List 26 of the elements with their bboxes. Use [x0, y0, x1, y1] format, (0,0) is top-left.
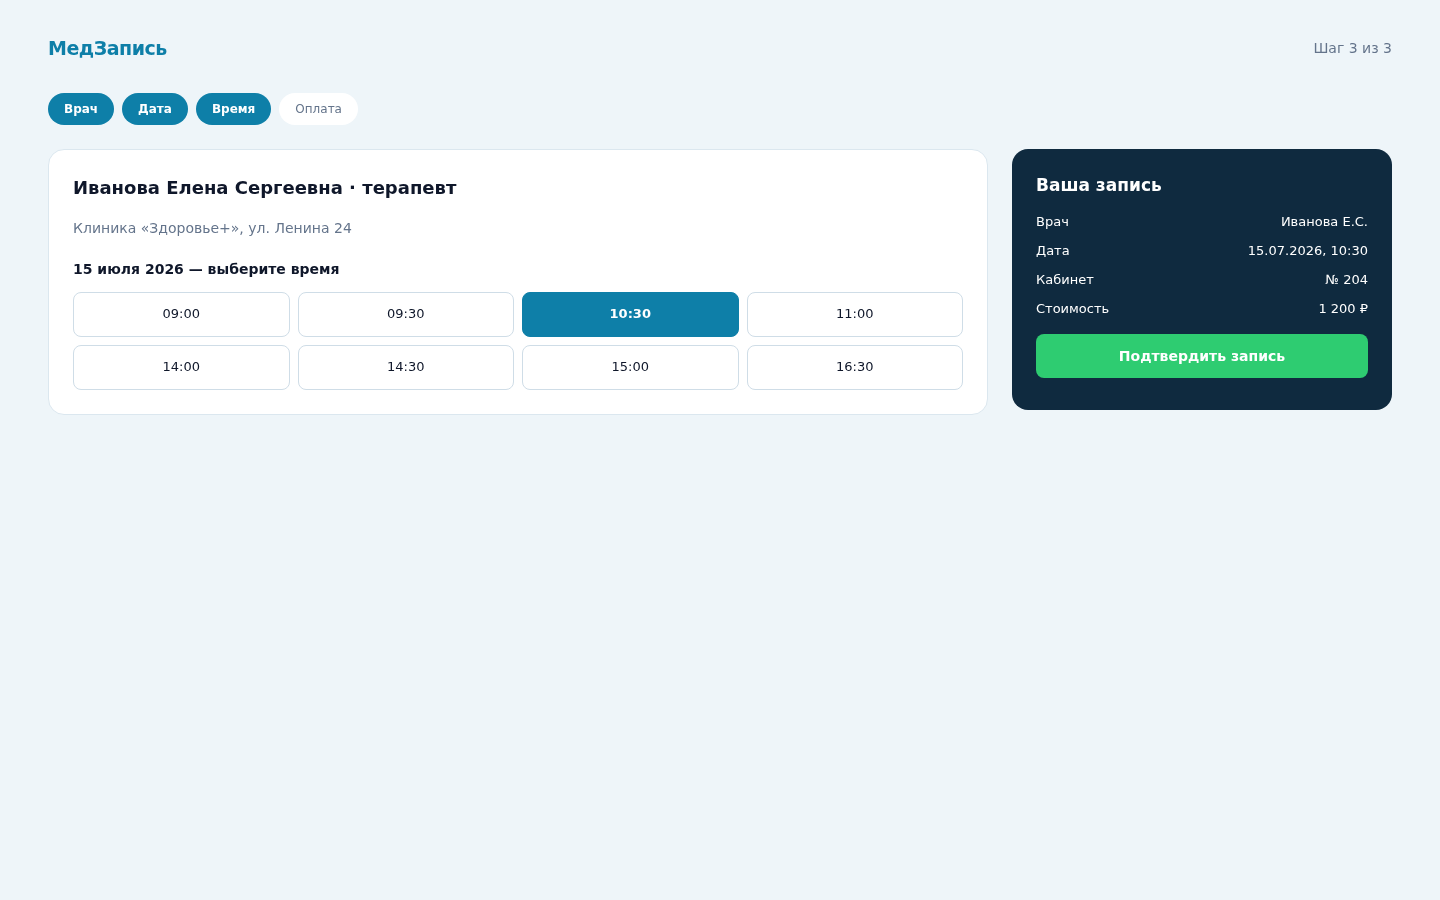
- date-prompt: 15 июля 2026 — выберите время: [73, 259, 341, 279]
- summary-value: № 204: [1325, 270, 1368, 289]
- summary-label: Дата: [1036, 241, 1070, 260]
- step-pill[interactable]: Врач: [48, 92, 115, 125]
- step-pill[interactable]: Время: [195, 92, 272, 125]
- time-slot[interactable]: 14:00: [73, 344, 290, 390]
- time-slot[interactable]: 11:00: [746, 291, 963, 337]
- logo: МедЗапись: [48, 36, 167, 61]
- time-slot[interactable]: 16:30: [746, 344, 963, 390]
- time-slot[interactable]: 09:00: [73, 291, 290, 337]
- summary-label: Кабинет: [1036, 270, 1094, 289]
- summary-value: 15.07.2026, 10:30: [1247, 241, 1368, 260]
- step-indicator: Шаг 3 из 3: [1313, 39, 1392, 59]
- summary-label: Врач: [1036, 212, 1069, 231]
- summary-label: Стоимость: [1036, 299, 1110, 318]
- step-pill[interactable]: Оплата: [279, 92, 358, 125]
- time-slot[interactable]: 15:00: [522, 344, 739, 390]
- clinic-address: Клиника «Здоровье+», ул. Ленина 24: [73, 218, 353, 238]
- doctor-title: Иванова Елена Сергеевна · терапевт: [73, 175, 458, 200]
- summary-title: Ваша запись: [1036, 173, 1163, 197]
- time-slot[interactable]: 09:30: [297, 291, 514, 337]
- summary-value: Иванова Е.С.: [1280, 212, 1368, 231]
- time-slot[interactable]: 10:30: [522, 291, 739, 337]
- time-slot[interactable]: 14:30: [297, 344, 514, 390]
- summary-value: 1 200 ₽: [1318, 299, 1368, 318]
- step-pill[interactable]: Дата: [122, 92, 188, 125]
